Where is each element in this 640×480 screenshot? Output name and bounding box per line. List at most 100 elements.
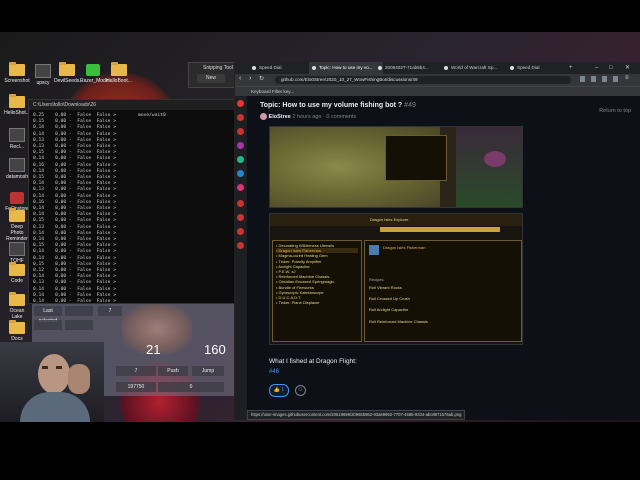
desktop-icon[interactable]: Docs	[4, 320, 30, 342]
extension-icon[interactable]	[580, 76, 585, 82]
screenshot-image-profession[interactable]: Dragon Isles Explorer • Decorating Wilde…	[269, 213, 523, 345]
thumbs-up-reaction[interactable]: 👍 1	[269, 384, 289, 397]
person-face	[38, 354, 70, 394]
desktop-icon[interactable]: Code	[4, 262, 30, 284]
forward-icon[interactable]: ›	[249, 75, 251, 82]
browser-tab[interactable]: 2005402T-71ab8b4...	[375, 62, 449, 74]
calc-display-left: 21	[146, 342, 161, 357]
sidebar-instagram-icon[interactable]	[237, 184, 244, 191]
maximize-icon[interactable]: □	[609, 62, 613, 74]
avatar[interactable]	[260, 113, 267, 120]
sidebar-opera-icon[interactable]	[237, 100, 244, 107]
wow-item-icon	[369, 245, 379, 255]
address-bar-row: ‹ › ↻ github.com/Elo0Stree/2020_10_27_Wo…	[235, 74, 640, 86]
tab-label: 2005402T-71ab8b4...	[385, 65, 429, 70]
menu-icon[interactable]: ≡	[625, 75, 629, 81]
extension-icon[interactable]	[591, 76, 596, 82]
calc-value-c[interactable]: 0	[158, 382, 224, 392]
new-tab-icon[interactable]: +	[569, 62, 573, 74]
sidebar-icon[interactable]	[237, 242, 244, 249]
browser-tab[interactable]: Speed Dial	[249, 62, 317, 74]
desktop-icon[interactable]: Razer_Mode...	[80, 64, 113, 84]
terminal-tab[interactable]: C:\Users\tollo\Downloads\26	[29, 100, 236, 110]
add-reaction-icon[interactable]: ☺	[295, 385, 306, 396]
wow-recipe-item[interactable]: • Tinker: Plane Displacer	[276, 300, 358, 305]
desktop-icon-label: Screenshot	[4, 78, 30, 84]
sidebar-whatsapp-icon[interactable]	[237, 156, 244, 163]
desktop-icon[interactable]: HelloBoot...	[106, 62, 132, 84]
calc-value-b[interactable]: 197750	[116, 382, 156, 392]
topic-meta: EloStree 2 hours ago · 0 comments	[260, 113, 356, 120]
folder-icon	[9, 292, 25, 306]
sidebar-icon[interactable]	[237, 200, 244, 207]
sidebar-icon[interactable]	[237, 228, 244, 235]
folder-icon	[9, 62, 25, 76]
back-icon[interactable]: ‹	[239, 75, 241, 82]
terminal-window[interactable]: C:\Users\tollo\Downloads\26 0,25 0,00 - …	[28, 99, 237, 304]
minimize-icon[interactable]: –	[595, 62, 598, 74]
browser-window[interactable]: Speed Dial Topic: How to use my vo... 20…	[234, 62, 640, 420]
bookmark-item[interactable]: Keyboard Filter key...	[251, 89, 294, 94]
wow-reward-item: Roll Reinforced Machine Chassis	[369, 318, 428, 324]
calc-last-selected-button[interactable]: Last selected	[34, 306, 62, 324]
sidebar-icon[interactable]	[237, 114, 244, 121]
desktop-icon[interactable]: upscy	[30, 64, 56, 86]
desktop-icon[interactable]: HelloShot...	[4, 94, 30, 116]
calc-button[interactable]	[65, 320, 93, 330]
desktop-icon[interactable]: Ocean Lake	[4, 292, 30, 320]
desktop-icon-label: Razer_Mode...	[80, 78, 113, 84]
wow-reward-item: Roll Arclight Capacitor	[369, 307, 409, 313]
tab-label: Speed Dial	[517, 65, 540, 70]
comments-count[interactable]: 0 comments	[326, 114, 356, 120]
desktop-icon[interactable]: FoOnstore	[4, 192, 30, 212]
url-input[interactable]: github.com/Elo0Stree/2020_10_27_WowFishi…	[275, 76, 571, 84]
person-shirt	[20, 392, 90, 422]
calc-jump-button[interactable]: Jump	[192, 366, 224, 376]
calc-push-button[interactable]: Push	[158, 366, 188, 376]
reload-icon[interactable]: ↻	[259, 75, 264, 82]
calc-value-a-2[interactable]: 7	[116, 366, 156, 376]
desktop-icon[interactable]: DevilSeeds...	[54, 62, 83, 84]
download-icon[interactable]	[613, 76, 618, 82]
desktop-icon[interactable]: Screenshot	[4, 62, 30, 84]
webcam-overlay	[0, 342, 104, 422]
calc-button[interactable]	[65, 306, 93, 316]
reaction-count: 1	[281, 387, 285, 393]
desktop-icon-label: Code	[11, 278, 23, 284]
topic-number[interactable]: #49	[404, 102, 416, 109]
app-icon	[86, 64, 100, 76]
screenshot-image-map[interactable]	[269, 126, 523, 208]
close-icon[interactable]: ✕	[625, 62, 630, 74]
desktop-icon[interactable]: Recl...	[4, 128, 30, 150]
browser-tab[interactable]: Speed Dial	[507, 62, 571, 74]
browser-tab-active[interactable]: Topic: How to use my vo...	[309, 62, 383, 74]
calc-button[interactable]	[34, 320, 62, 330]
desktop-icon-label: Ocean Lake	[9, 308, 25, 320]
browser-tab[interactable]: World of Warcraft Sp...	[441, 62, 515, 74]
snipping-tool-window[interactable]: Snipping Tool New	[188, 62, 236, 88]
extension-icon[interactable]	[602, 76, 607, 82]
app-icon	[9, 242, 25, 256]
return-to-top-link[interactable]: Return to top	[599, 108, 631, 114]
sidebar-telegram-icon[interactable]	[237, 170, 244, 177]
wow-recipe-list: • Decorating Wilderness Utensils • Dragon…	[273, 241, 361, 307]
desktop-icon[interactable]: datamosh	[4, 158, 30, 180]
wow-rewards: Roll Vibrant Rocks Roll Crossed Up Crush R…	[369, 285, 428, 330]
discussion-page: Topic: How to use my volume fishing bot …	[247, 96, 640, 420]
folder-icon	[111, 62, 127, 76]
desktop-icon-label: upscy	[36, 80, 50, 86]
snip-new-button[interactable]: New	[197, 74, 225, 83]
sidebar-messenger-icon[interactable]	[237, 142, 244, 149]
author-name[interactable]: EloStree	[269, 114, 291, 120]
topic-title-text: Topic: How to use my volume fishing bot …	[260, 102, 403, 109]
sidebar-icon[interactable]	[237, 214, 244, 221]
calc-value-a[interactable]: 7	[98, 306, 122, 316]
status-bar-url: https://user-images.githubusercontent.co…	[247, 410, 466, 420]
calc-display-right: 160	[204, 342, 226, 357]
desktop-icon[interactable]: Deep Photo Reminder	[4, 208, 30, 242]
app-icon	[9, 158, 25, 172]
person-hand	[68, 364, 90, 394]
issue-link[interactable]: #46	[269, 369, 279, 375]
desktop-icon-label: Recl...	[9, 144, 25, 150]
sidebar-icon[interactable]	[237, 128, 244, 135]
